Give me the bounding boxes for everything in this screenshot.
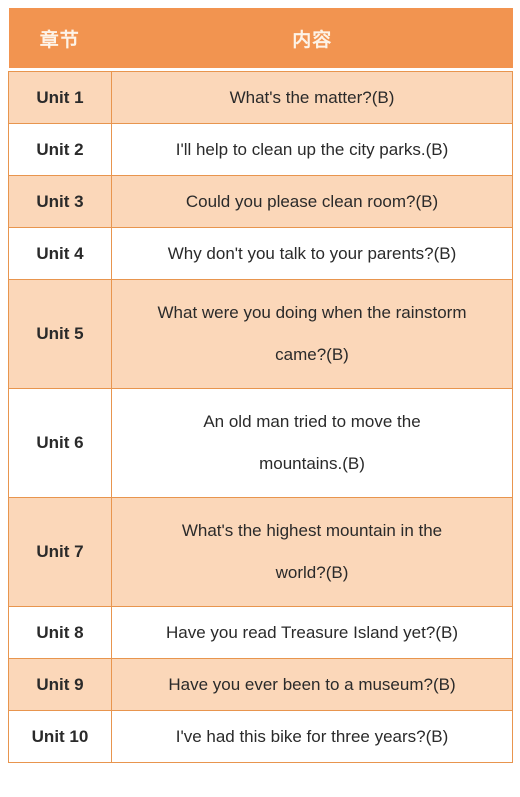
cell-chapter: Unit 6: [8, 388, 112, 498]
cell-chapter: Unit 2: [8, 123, 112, 176]
table-row: Unit 6 An old man tried to move the mounta…: [8, 388, 513, 498]
cell-content: What's the matter?(B): [111, 71, 513, 124]
header-row: 章节 内容: [8, 8, 513, 68]
cell-content-line: What were you doing when the rainstorm: [157, 303, 467, 323]
cell-content-line: world?(B): [275, 563, 349, 582]
table-row: Unit 9 Have you ever been to a museum?(B): [8, 658, 513, 711]
table-row: Unit 5 What were you doing when the rains…: [8, 279, 513, 389]
cell-content: I've had this bike for three years?(B): [111, 710, 513, 763]
unit-contents-table: 章节 内容 Unit 1 What's the matter?(B) Unit 2I…: [8, 8, 513, 763]
table-body: Unit 1 What's the matter?(B) Unit 2 I'll he…: [8, 68, 513, 763]
column-header-content: 内容: [111, 8, 513, 68]
cell-chapter: Unit 7: [8, 497, 112, 607]
cell-chapter: Unit 1: [8, 71, 112, 124]
cell-content-line: An old man tried to move the: [203, 412, 421, 432]
cell-content: Have you read Treasure Island yet?(B): [111, 606, 513, 659]
table-row: Unit 7 What's the highest mountain in the…: [8, 497, 513, 607]
cell-content-line: What's the highest mountain in the: [181, 521, 443, 541]
table-row: Unit 3 Could you please clean room?(B): [8, 175, 513, 228]
cell-content: Have you ever been to a museum?(B): [111, 658, 513, 711]
table-row: Unit 2 I'll help to clean up the city par…: [8, 123, 513, 176]
cell-chapter: Unit 9: [8, 658, 112, 711]
cell-content: An old man tried to move the mountains.(B…: [111, 388, 513, 498]
cell-content-line: mountains.(B): [259, 454, 365, 473]
table-row: Unit 8 Have you read Treasure Island yet?…: [8, 606, 513, 659]
column-header-chapter: 章节: [8, 8, 112, 68]
table-header: 章节 内容: [8, 8, 513, 68]
table-row: Unit 1 What's the matter?(B): [8, 71, 513, 124]
cell-chapter: Unit 8: [8, 606, 112, 659]
table-row: Unit 10 I've had this bike for three year…: [8, 710, 513, 763]
cell-content: Why don't you talk to your parents?(B): [111, 227, 513, 280]
cell-content-line: came?(B): [275, 345, 349, 364]
cell-chapter: Unit 3: [8, 175, 112, 228]
table-row: Unit 4 Why don't you talk to your parents…: [8, 227, 513, 280]
cell-content: What were you doing when the rainstorm ca…: [111, 279, 513, 389]
cell-chapter: Unit 5: [8, 279, 112, 389]
unit-table-container: 章节 内容 Unit 1 What's the matter?(B) Unit 2I…: [8, 8, 513, 788]
cell-chapter: Unit 4: [8, 227, 112, 280]
cell-content: Could you please clean room?(B): [111, 175, 513, 228]
cell-content: What's the highest mountain in the world?…: [111, 497, 513, 607]
cell-content: I'll help to clean up the city parks.(B): [111, 123, 513, 176]
cell-chapter: Unit 10: [8, 710, 112, 763]
